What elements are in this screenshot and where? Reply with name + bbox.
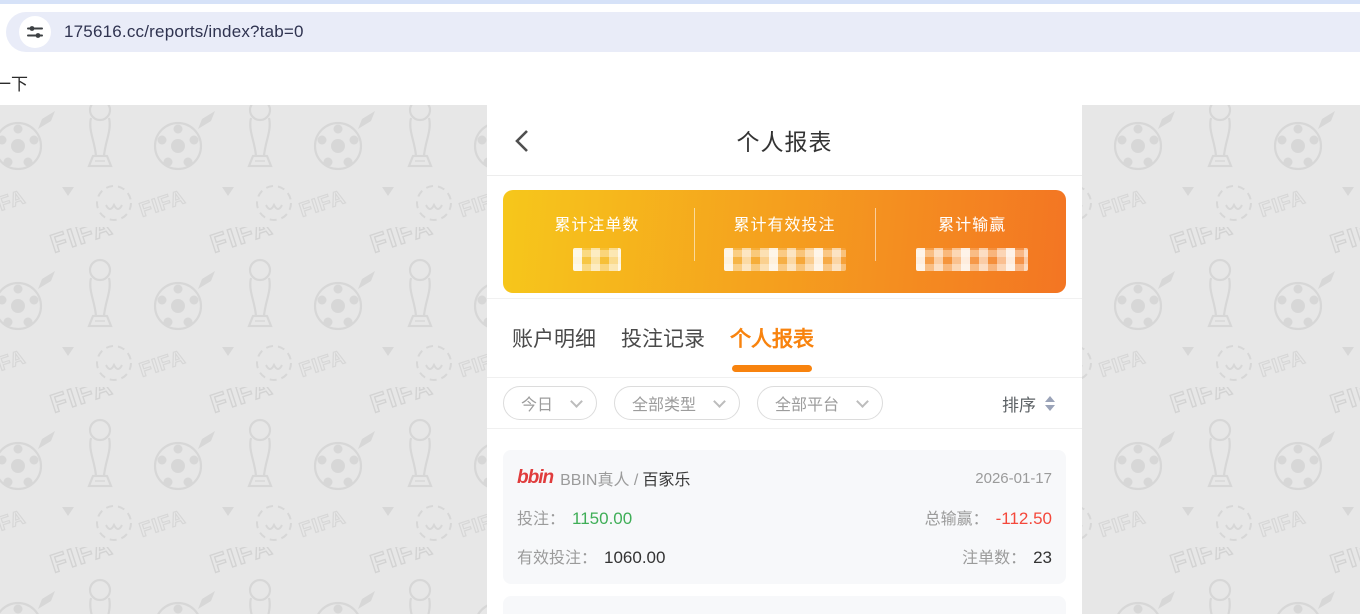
record-header: bbin BBIN真人 / 百家乐 2026-01-17 (517, 466, 1052, 490)
tab-personal-report[interactable]: 个人报表 (730, 299, 814, 378)
filter-date-label: 今日 (521, 391, 553, 415)
tab-bet-records[interactable]: 投注记录 (621, 299, 705, 378)
stat-label: 累计注单数 (554, 211, 639, 235)
panel-header: 个人报表 (487, 105, 1082, 176)
filter-bar: 今日 全部类型 全部平台 排序 (487, 378, 1082, 429)
bet-label: 投注： (517, 505, 565, 529)
provider-name: BBIN真人 / (560, 466, 638, 490)
tab-account-details[interactable]: 账户明细 (512, 299, 596, 378)
record-row: 投注： 1150.00 总输赢： -112.50 (517, 505, 1052, 529)
browser-tabstrip-edge (0, 0, 1360, 4)
sort-label: 排序 (1002, 391, 1036, 416)
stat-value-masked (916, 248, 1028, 271)
record-card[interactable]: bbin BBIN真人 / 百家乐 2026-01-17 (503, 596, 1066, 614)
filter-platform-dropdown[interactable]: 全部平台 (757, 386, 883, 420)
chevron-down-icon (713, 395, 726, 408)
sort-arrows-icon (1045, 396, 1055, 411)
chevron-left-icon (514, 129, 529, 153)
stat-label: 累计有效投注 (734, 211, 836, 235)
chevron-down-icon (570, 395, 583, 408)
stat-total-bets: 累计注单数 (503, 190, 691, 293)
site-settings-icon[interactable] (19, 16, 51, 48)
stat-divider (875, 208, 876, 261)
winloss-value: -112.50 (996, 509, 1052, 529)
filter-date-dropdown[interactable]: 今日 (503, 386, 597, 420)
filter-type-dropdown[interactable]: 全部类型 (614, 386, 740, 420)
bet-value: 1150.00 (572, 509, 632, 529)
bet-count-label: 注单数： (962, 544, 1026, 568)
page-leftover-text: 一下 (0, 70, 28, 95)
stat-label: 累计输赢 (938, 211, 1006, 235)
sort-control[interactable]: 排序 (1002, 391, 1055, 416)
record-list: bbin BBIN真人 / 百家乐 2026-01-17 投注： 1150.00… (487, 429, 1082, 614)
stat-value-masked (724, 248, 846, 271)
valid-bet-label: 有效投注： (517, 544, 597, 568)
filter-platform-label: 全部平台 (775, 391, 839, 415)
game-name: 百家乐 (642, 466, 690, 490)
record-row: 有效投注： 1060.00 注单数： 23 (517, 544, 1052, 568)
bet-count-value: 23 (1033, 548, 1052, 568)
valid-bet-value: 1060.00 (604, 548, 665, 568)
stat-win-loss: 累计输赢 (878, 190, 1066, 293)
chevron-down-icon (856, 395, 869, 408)
summary-stats-card: 累计注单数 累计有效投注 累计输赢 (503, 190, 1066, 293)
stat-divider (694, 208, 695, 261)
page-title: 个人报表 (487, 123, 1082, 157)
bbin-logo: bbin (517, 467, 553, 489)
record-card[interactable]: bbin BBIN真人 / 百家乐 2026-01-17 投注： 1150.00… (503, 450, 1066, 584)
stat-valid-bet-amount: 累计有效投注 (691, 190, 879, 293)
record-date: 2026-01-17 (975, 470, 1052, 487)
tab-bar: 账户明细 投注记录 个人报表 (487, 299, 1082, 378)
filter-type-label: 全部类型 (632, 391, 696, 415)
back-button[interactable] (514, 129, 530, 153)
browser-chrome: 175616.cc/reports/index?tab=0 (0, 0, 1360, 52)
personal-report-panel: 个人报表 累计注单数 累计有效投注 累计输赢 账户明细 投注记录 个人报表 今日… (487, 105, 1082, 614)
address-bar[interactable]: 175616.cc/reports/index?tab=0 (6, 12, 1360, 52)
winloss-label: 总输赢： (925, 505, 989, 529)
url-text[interactable]: 175616.cc/reports/index?tab=0 (64, 22, 304, 42)
stat-value-masked (573, 248, 621, 271)
